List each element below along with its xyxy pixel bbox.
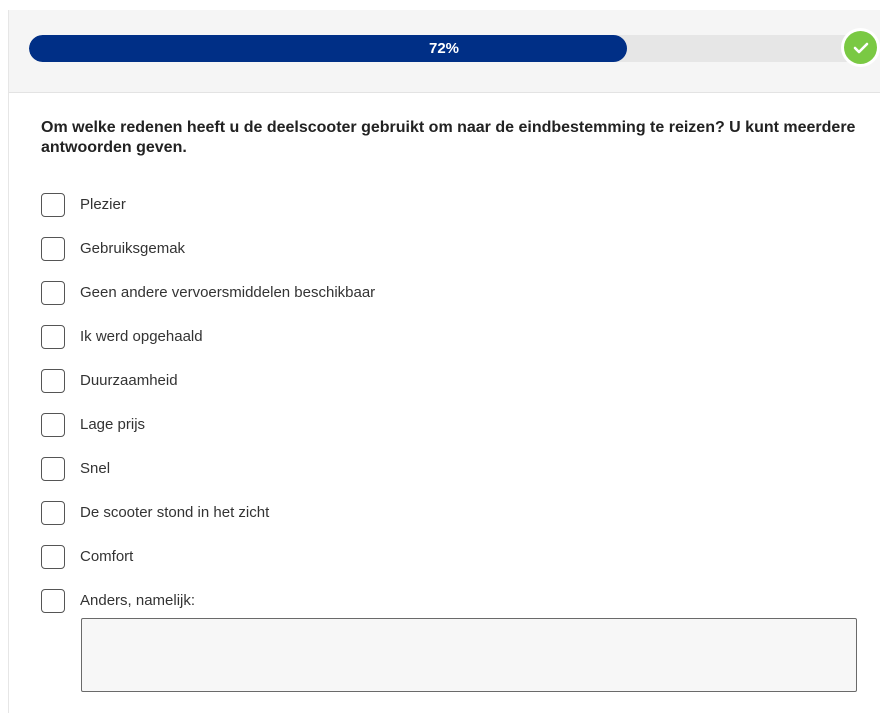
- checkbox[interactable]: [41, 545, 65, 569]
- checkbox[interactable]: [41, 413, 65, 437]
- option-label: De scooter stond in het zicht: [80, 504, 270, 521]
- answer-options: Plezier Gebruiksgemak Geen andere vervoe…: [41, 193, 861, 633]
- option-snel[interactable]: Snel: [41, 457, 861, 501]
- option-label: Anders, namelijk:: [80, 592, 196, 609]
- option-label: Plezier: [80, 196, 126, 213]
- survey-page: 72% Om welke redenen heeft u de deelscoo…: [8, 10, 880, 713]
- checkbox[interactable]: [41, 325, 65, 349]
- checkbox[interactable]: [41, 193, 65, 217]
- checkbox[interactable]: [41, 501, 65, 525]
- option-label: Ik werd opgehaald: [80, 328, 203, 345]
- option-label: Geen andere vervoersmiddelen beschikbaar: [80, 284, 376, 301]
- option-scooter-in-zicht[interactable]: De scooter stond in het zicht: [41, 501, 861, 545]
- option-label: Gebruiksgemak: [80, 240, 186, 257]
- option-label: Lage prijs: [80, 416, 146, 433]
- option-geen-andere-vervoersmiddelen[interactable]: Geen andere vervoersmiddelen beschikbaar: [41, 281, 861, 325]
- checkbox[interactable]: [41, 589, 65, 613]
- progress-bar: 72%: [29, 35, 859, 62]
- option-label: Snel: [80, 460, 111, 477]
- checkbox[interactable]: [41, 457, 65, 481]
- progress-header: 72%: [9, 10, 880, 93]
- option-gebruiksgemak[interactable]: Gebruiksgemak: [41, 237, 861, 281]
- checkbox[interactable]: [41, 369, 65, 393]
- checkbox[interactable]: [41, 281, 65, 305]
- option-opgehaald[interactable]: Ik werd opgehaald: [41, 325, 861, 369]
- option-label: Comfort: [80, 548, 134, 565]
- option-duurzaamheid[interactable]: Duurzaamheid: [41, 369, 861, 413]
- check-icon: [844, 31, 877, 64]
- checkbox[interactable]: [41, 237, 65, 261]
- progress-label: 72%: [428, 40, 460, 57]
- option-plezier[interactable]: Plezier: [41, 193, 861, 237]
- option-lage-prijs[interactable]: Lage prijs: [41, 413, 861, 457]
- option-label: Duurzaamheid: [80, 372, 178, 389]
- question-text: Om welke redenen heeft u de deelscooter …: [41, 119, 856, 156]
- option-comfort[interactable]: Comfort: [41, 545, 861, 589]
- other-reason-input[interactable]: [81, 618, 857, 692]
